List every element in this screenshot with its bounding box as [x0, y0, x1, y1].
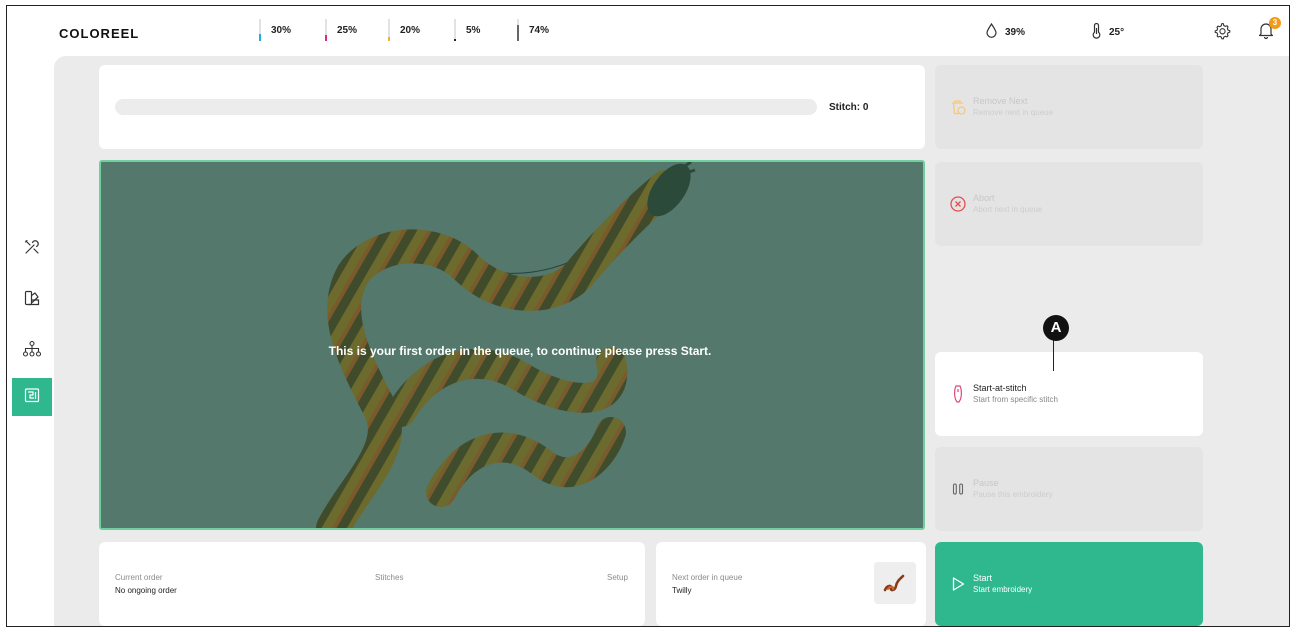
main-panel: Stitch: 0 This is your first order in th… — [54, 56, 1289, 626]
remove-next-subtitle: Remove next in queue — [973, 108, 1054, 117]
queue-message: This is your first order in the queue, t… — [328, 344, 712, 358]
embroidery-preview: This is your first order in the queue, t… — [99, 160, 925, 530]
sidebar-item-machine[interactable] — [12, 378, 52, 416]
thread-level-value: 5% — [466, 25, 481, 36]
pause-button[interactable]: Pause Pause this embroidery — [935, 447, 1203, 531]
start-at-stitch-title: Start-at-stitch — [973, 383, 1027, 393]
machine-icon — [23, 386, 41, 409]
thread-level-cyan: 30% — [259, 19, 291, 41]
thread-level-magenta: 25% — [325, 19, 357, 41]
needle-icon — [947, 383, 969, 405]
palette-icon — [23, 289, 41, 312]
thermometer-icon — [1091, 22, 1102, 42]
network-icon — [22, 340, 42, 363]
pause-title: Pause — [973, 478, 999, 488]
temperature-readout: 25° — [1091, 22, 1125, 42]
next-order-value: Twilly — [672, 586, 692, 595]
sidebar-item-network[interactable] — [12, 332, 52, 370]
callout-leader-line — [1053, 339, 1054, 371]
start-subtitle: Start embroidery — [973, 585, 1033, 594]
start-button[interactable]: Start Start embroidery — [935, 542, 1203, 626]
next-order-heading: Next order in queue — [672, 573, 743, 582]
play-icon — [947, 573, 969, 595]
thread-level-gray: 74% — [517, 19, 549, 41]
stitches-heading: Stitches — [375, 573, 404, 582]
thread-level-value: 74% — [529, 25, 550, 36]
thread-level-value: 25% — [337, 25, 358, 36]
start-at-stitch-subtitle: Start from specific stitch — [973, 395, 1058, 404]
temperature-value: 25° — [1109, 27, 1125, 38]
notification-badge: 3 — [1269, 17, 1281, 29]
stitch-progress-card: Stitch: 0 — [99, 65, 925, 149]
trash-clock-icon — [947, 96, 969, 118]
abort-subtitle: Abort next in queue — [973, 205, 1043, 214]
thread-level-black: 5% — [454, 19, 480, 41]
next-order-card[interactable]: Next order in queue Twilly — [656, 542, 926, 626]
bell-icon — [1257, 23, 1275, 44]
thread-level-value: 20% — [400, 25, 421, 36]
remove-next-title: Remove Next — [973, 96, 1028, 106]
tools-icon — [23, 238, 41, 261]
setup-heading: Setup — [607, 573, 628, 582]
sidebar-item-tools[interactable] — [12, 230, 52, 268]
remove-next-button[interactable]: Remove Next Remove next in queue — [935, 65, 1203, 149]
pause-subtitle: Pause this embroidery — [973, 490, 1053, 499]
app-logo: COLOREEL — [59, 26, 140, 41]
current-order-heading: Current order — [115, 573, 163, 582]
pause-icon — [947, 478, 969, 500]
notifications-button[interactable]: 3 — [1257, 17, 1281, 45]
humidity-value: 39% — [1005, 26, 1026, 38]
next-order-thumbnail — [874, 562, 916, 604]
humidity-readout: 39% — [985, 22, 1026, 41]
start-title: Start — [973, 573, 993, 583]
sidebar-item-colors[interactable] — [12, 281, 52, 319]
start-at-stitch-button[interactable]: Start-at-stitch Start from specific stit… — [935, 352, 1203, 436]
top-bar: COLOREEL 30% 25% 20% 5% 74% 39% 25° 3 — [7, 6, 1289, 58]
app-window: COLOREEL 30% 25% 20% 5% 74% 39% 25° 3 St… — [6, 5, 1290, 627]
droplet-icon — [985, 22, 998, 41]
abort-button[interactable]: Abort Abort next in queue — [935, 162, 1203, 246]
abort-title: Abort — [973, 193, 995, 203]
stitch-counter: Stitch: 0 — [829, 102, 869, 113]
close-circle-icon — [947, 193, 969, 215]
thread-level-value: 30% — [271, 25, 292, 36]
current-order-card: Current order No ongoing order Stitches … — [99, 542, 645, 626]
thread-level-yellow: 20% — [388, 19, 420, 41]
stitch-progress-bar — [115, 99, 817, 115]
gear-icon[interactable] — [1213, 22, 1231, 45]
current-order-value: No ongoing order — [115, 586, 177, 595]
callout-marker: A — [1043, 315, 1069, 341]
